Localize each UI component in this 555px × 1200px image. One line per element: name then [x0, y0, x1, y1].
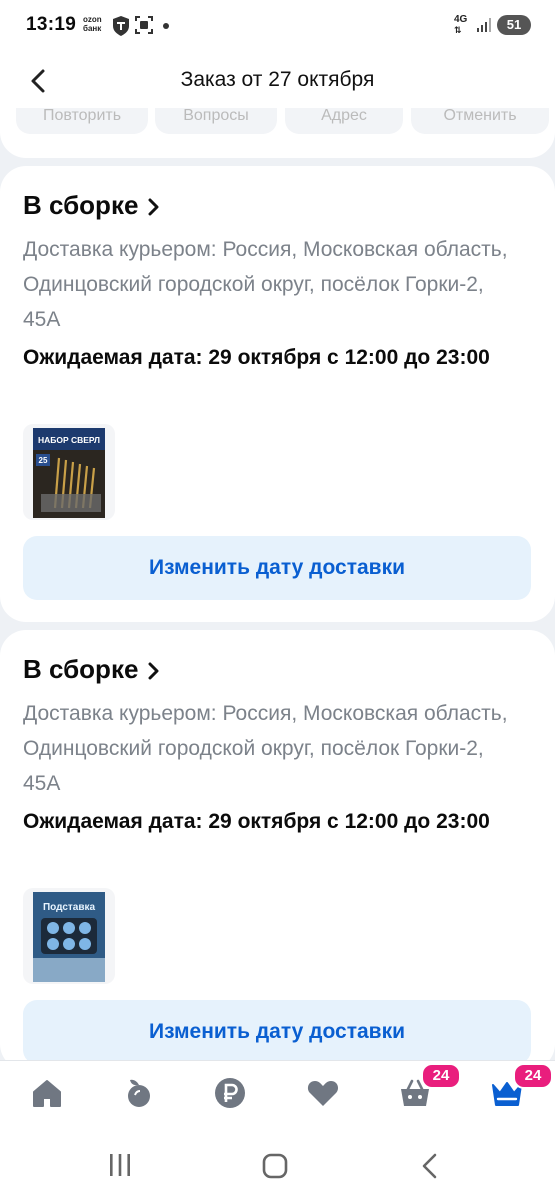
signal-icon [477, 18, 491, 32]
change-delivery-date-button[interactable]: Изменить дату доставки [23, 1000, 531, 1064]
status-time: 13:19 [26, 14, 77, 35]
chip-address[interactable]: Адрес [285, 108, 403, 134]
heart-icon [307, 1081, 339, 1106]
home-button[interactable] [261, 1152, 289, 1180]
shipment-status: В сборке [23, 190, 139, 220]
shipment-status: В сборке [23, 654, 139, 684]
nav-fresh[interactable] [121, 1075, 161, 1115]
page-title: Заказ от 27 октября [180, 68, 375, 91]
product-thumbnail[interactable]: НАБОР СВЕРЛ 25 [23, 424, 115, 520]
thumb-badge: 25 [39, 456, 48, 465]
chevron-right-icon [148, 198, 159, 215]
nav-cart[interactable]: 24 [397, 1063, 461, 1115]
recent-apps-button[interactable] [106, 1152, 134, 1178]
screenshot-icon [135, 16, 153, 34]
nav-finance[interactable] [212, 1075, 252, 1115]
drill-set-image: НАБОР СВЕРЛ 25 [33, 428, 105, 518]
fresh-icon [128, 1079, 150, 1107]
thumb-caption: Подставка [43, 902, 96, 913]
notification-dot [163, 23, 169, 29]
expected-date: Ожидаемая дата: 29 октября с 12:00 до 23… [23, 346, 490, 369]
cart-badge: 24 [421, 1063, 461, 1089]
shipment-status-link[interactable]: В сборке [23, 654, 160, 685]
product-thumbnail[interactable]: Подставка [23, 888, 115, 984]
profile-badge: 24 [513, 1063, 553, 1089]
thumb-caption: НАБОР СВЕРЛ [38, 435, 100, 445]
status-bar: 13:19 ozon банк 4G ⇅ 51 [0, 0, 555, 52]
nav-profile[interactable]: 24 [489, 1063, 553, 1115]
change-delivery-date-button[interactable]: Изменить дату доставки [23, 536, 531, 600]
battery-icon: 51 [497, 15, 531, 35]
network-icon: 4G ⇅ [454, 14, 468, 36]
shipment-card: В сборке Доставка курьером: Россия, Моск… [0, 630, 555, 1070]
bottom-navigation: 24 24 [0, 1060, 555, 1133]
chip-repeat[interactable]: Повторить [16, 108, 148, 134]
system-back-button[interactable] [418, 1152, 442, 1180]
chip-cancel[interactable]: Отменить [411, 108, 549, 134]
nav-favorites[interactable] [305, 1075, 345, 1115]
ruble-icon [215, 1078, 245, 1108]
shipment-card: В сборке Доставка курьером: Россия, Моск… [0, 166, 555, 622]
expected-date: Ожидаемая дата: 29 октября с 12:00 до 23… [23, 810, 490, 833]
delivery-address: Доставка курьером: Россия, Московская об… [23, 238, 508, 331]
nav-home[interactable] [29, 1075, 69, 1115]
order-actions-card: Повторить Вопросы Адрес Отменить [0, 108, 555, 158]
home-icon [33, 1080, 61, 1107]
shield-app-icon [113, 16, 129, 36]
app-header: Заказ от 27 октября [0, 52, 555, 108]
stand-image: Подставка [33, 892, 105, 982]
chip-questions[interactable]: Вопросы [155, 108, 277, 134]
shipment-status-link[interactable]: В сборке [23, 190, 160, 221]
ozon-bank-icon: ozon банк [83, 15, 102, 33]
delivery-address: Доставка курьером: Россия, Московская об… [23, 702, 508, 795]
chevron-right-icon [148, 662, 159, 679]
system-navigation [0, 1132, 555, 1200]
